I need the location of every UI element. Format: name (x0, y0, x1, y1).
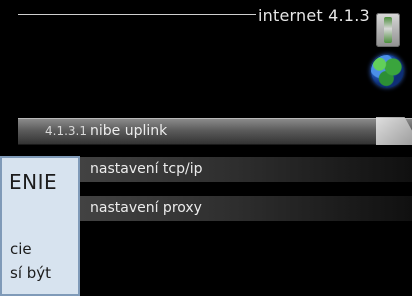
info-box: ENIE cie sí být (0, 156, 80, 296)
menu-item-label: nastavení tcp/ip (90, 161, 203, 177)
menu-item-label: nastavení proxy (90, 200, 202, 216)
info-box-text-line-2: sí být (10, 264, 52, 282)
thermostat-icon (376, 13, 400, 47)
globe-icon (370, 54, 404, 88)
page-title: internet 4.1.3 (258, 6, 370, 25)
menu-item-label: nibe uplink (90, 123, 168, 139)
menu-item-nibe-uplink[interactable]: 4.1.3.1 nibe uplink (18, 118, 412, 145)
info-box-title: ENIE (9, 170, 58, 194)
menu-item-index: 4.1.3.1 (45, 124, 87, 138)
top-bar: internet 4.1.3 (0, 0, 412, 47)
header-divider (18, 14, 256, 15)
info-box-text-line-1: cie (10, 240, 32, 258)
